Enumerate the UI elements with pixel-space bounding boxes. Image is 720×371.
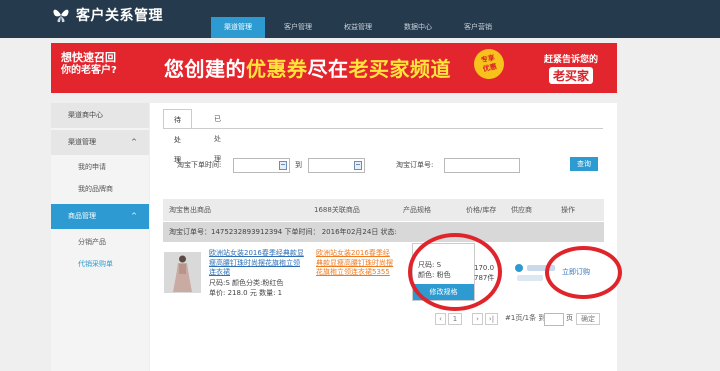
chevron-up-icon: ^ (131, 212, 137, 220)
sidebar-item-label: 代销采购单 (78, 260, 113, 268)
end-date-input[interactable] (308, 158, 365, 173)
nav-tab-channel[interactable]: 渠道管理 (211, 17, 265, 38)
butterfly-logo-icon (52, 7, 70, 24)
banner-right-line1: 赶紧告诉您的 (543, 55, 598, 65)
app-title: 客户关系管理 (76, 8, 163, 24)
product-title-link[interactable]: 欧洲站女装2016春季经典款显瘦高腰钉珠时尚摆花旗袍立领连衣裙 (209, 249, 304, 278)
banner-left-line1: 想快速召回 (61, 51, 116, 64)
product-thumbnail[interactable] (164, 252, 201, 293)
price-value: 170.0 (474, 264, 495, 272)
order-time-label: 淘宝下单时间: (177, 161, 222, 169)
spec-panel: 尺码: S 颜色: 粉色 修改规格 (412, 243, 475, 301)
calendar-icon[interactable] (354, 161, 362, 170)
stock-value: 787件 (474, 274, 495, 282)
pager-prev-button[interactable]: ‹ (435, 313, 446, 325)
edit-spec-button[interactable]: 修改规格 (413, 284, 474, 300)
related-product-link[interactable]: 欧洲站女装2016春季经典款显瘦高腰钉珠时尚摆花旗袍立领连衣裙5355 (316, 249, 394, 278)
banner-headline-highlight1: 优惠券 (246, 57, 308, 81)
supplier-cell[interactable] (515, 264, 555, 272)
start-date-input[interactable] (233, 158, 290, 173)
header-related-product: 1688关联商品 (314, 206, 360, 214)
query-button[interactable]: 查询 (570, 157, 598, 171)
sidebar-item-product-management[interactable]: 商品管理 ^ (51, 204, 149, 229)
nav-tab-data-center[interactable]: 数据中心 (390, 17, 446, 38)
header-supplier: 供应商 (511, 206, 532, 214)
header-taobao-product: 淘宝售出商品 (169, 206, 211, 214)
sidebar-item-my-brands[interactable]: 我的品牌商 (51, 177, 149, 202)
banner-headline-part1: 您创建的 (164, 57, 246, 81)
supplier-name-redacted (527, 265, 555, 271)
pager-page-suffix: 页 (566, 314, 573, 322)
price-stock: 170.0 787件 (474, 263, 494, 283)
pager-info: #1页/1条 到 (505, 314, 546, 322)
order-number-label: 淘宝订单号: (396, 161, 434, 169)
top-bar: 客户关系管理 渠道管理 客户管理 权益管理 数据中心 客户营销 (0, 0, 720, 38)
spec-values: 尺码: S 颜色: 粉色 (418, 260, 451, 280)
banner-left-line2: 你的老客户? (61, 65, 117, 76)
banner-badge: 专享 优惠 (471, 46, 507, 82)
pager-go-button[interactable]: 确定 (576, 313, 600, 325)
table-header: 淘宝售出商品 1688关联商品 产品规格 价格/库存 供应商 操作 (163, 199, 604, 221)
logo[interactable]: 客户关系管理 (52, 5, 163, 25)
main-content: 待处理 已处理 淘宝下单时间: 到 淘宝订单号: 查询 淘宝售出商品 1688关… (150, 103, 617, 371)
nav-tab-customers[interactable]: 客户管理 (270, 17, 326, 38)
product-meta: 尺码:S 颜色分类:粉红色 单价: 218.0 元 数量: 1 (209, 279, 283, 298)
chevron-up-icon: ^ (131, 138, 137, 146)
pager-next-button[interactable]: › (472, 313, 483, 325)
sidebar-item-channel-center[interactable]: 渠道商中心 (51, 103, 149, 128)
sidebar-item-label: 我的品牌商 (78, 185, 113, 193)
header-action: 操作 (561, 206, 575, 214)
sidebar-item-label: 分销产品 (78, 238, 106, 246)
sidebar: 渠道商中心 渠道管理 ^ 我的申请 我的品牌商 商品管理 ^ 分销产品 代销采购… (51, 103, 149, 371)
order-now-link[interactable]: 立即订购 (562, 267, 590, 277)
sidebar-item-label: 渠道商中心 (68, 111, 103, 119)
promo-banner[interactable]: 想快速召回 你的老客户? 您创建的优惠券尽在老买家频道 专享 优惠 赶紧告诉您的… (51, 43, 617, 93)
nav-tab-marketing[interactable]: 客户营销 (450, 17, 506, 38)
banner-right-text: 赶紧告诉您的 老买家 (531, 52, 611, 84)
banner-headline-part2: 尽在 (307, 57, 349, 81)
chat-icon[interactable] (515, 264, 523, 272)
sidebar-item-label: 商品管理 (68, 212, 96, 220)
banner-right-line2: 老买家 (548, 67, 593, 84)
spec-size: 尺码: S (418, 261, 442, 269)
order-number-input[interactable] (444, 158, 520, 173)
banner-headline: 您创建的优惠券尽在老买家频道 (164, 53, 451, 82)
sidebar-item-label: 我的申请 (78, 163, 106, 171)
pager-page-input[interactable] (544, 313, 564, 326)
date-to-label: 到 (295, 161, 302, 169)
banner-headline-highlight2: 老买家频道 (348, 57, 451, 81)
banner-left-text: 想快速召回 你的老客户? (51, 43, 151, 93)
supplier-detail-redacted (517, 275, 543, 281)
sidebar-item-channel-management[interactable]: 渠道管理 ^ (51, 130, 149, 155)
calendar-icon[interactable] (279, 161, 287, 170)
header-price-stock: 价格/库存 (466, 206, 497, 214)
tab-divider (163, 128, 603, 129)
order-info-bar: 淘宝订单号：1475232893912394 下单时间： 2016年02月24日… (163, 222, 604, 242)
product-price-qty: 单价: 218.0 元 数量: 1 (209, 288, 283, 297)
header-spec: 产品规格 (403, 206, 431, 214)
product-size-color: 尺码:S 颜色分类:粉红色 (209, 279, 284, 287)
tab-pending[interactable]: 待处理 (163, 109, 192, 164)
pager-page-1[interactable]: 1 (448, 313, 462, 325)
spec-color: 颜色: 粉色 (418, 271, 451, 279)
tab-processed[interactable]: 已处理 (204, 109, 231, 163)
pager-last-button[interactable]: ›| (485, 313, 498, 325)
nav-tab-rights[interactable]: 权益管理 (330, 17, 386, 38)
sidebar-item-consignment-orders[interactable]: 代销采购单 (51, 252, 149, 277)
sidebar-item-label: 渠道管理 (68, 138, 96, 146)
